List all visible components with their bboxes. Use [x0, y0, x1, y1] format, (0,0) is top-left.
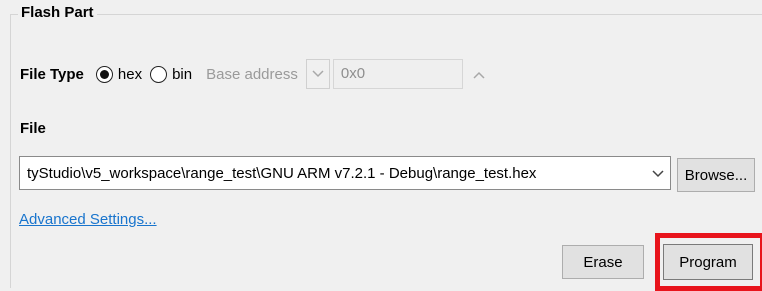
hex-radio-label[interactable]: hex [118, 66, 142, 83]
flash-part-group [10, 14, 762, 288]
file-label: File [20, 120, 46, 137]
hex-radio[interactable] [95, 65, 113, 83]
bin-radio-label[interactable]: bin [172, 66, 192, 83]
advanced-settings-link[interactable]: Advanced Settings... [19, 211, 157, 228]
program-button[interactable]: Program [663, 244, 753, 280]
radio-selected-dot [99, 69, 109, 79]
file-type-label: File Type [20, 65, 84, 83]
file-type-row: File Type hex bin Base address 0x0 [20, 59, 485, 89]
erase-button[interactable]: Erase [562, 245, 644, 279]
group-title: Flash Part [18, 4, 97, 21]
base-address-dropdown [305, 59, 330, 89]
file-path-combobox[interactable]: tyStudio\v5_workspace\range_test\GNU ARM… [19, 156, 671, 190]
chevron-down-icon [652, 170, 664, 178]
browse-button[interactable]: Browse... [677, 158, 755, 192]
file-path-dropdown-button[interactable] [646, 165, 670, 181]
base-address-input: 0x0 [332, 59, 463, 89]
file-path-value[interactable]: tyStudio\v5_workspace\range_test\GNU ARM… [20, 165, 646, 182]
bin-radio[interactable] [150, 65, 168, 83]
spinner-up-button [473, 66, 485, 82]
base-address-label: Base address [206, 65, 298, 83]
chevron-down-icon [312, 70, 324, 78]
chevron-up-icon [473, 71, 485, 79]
